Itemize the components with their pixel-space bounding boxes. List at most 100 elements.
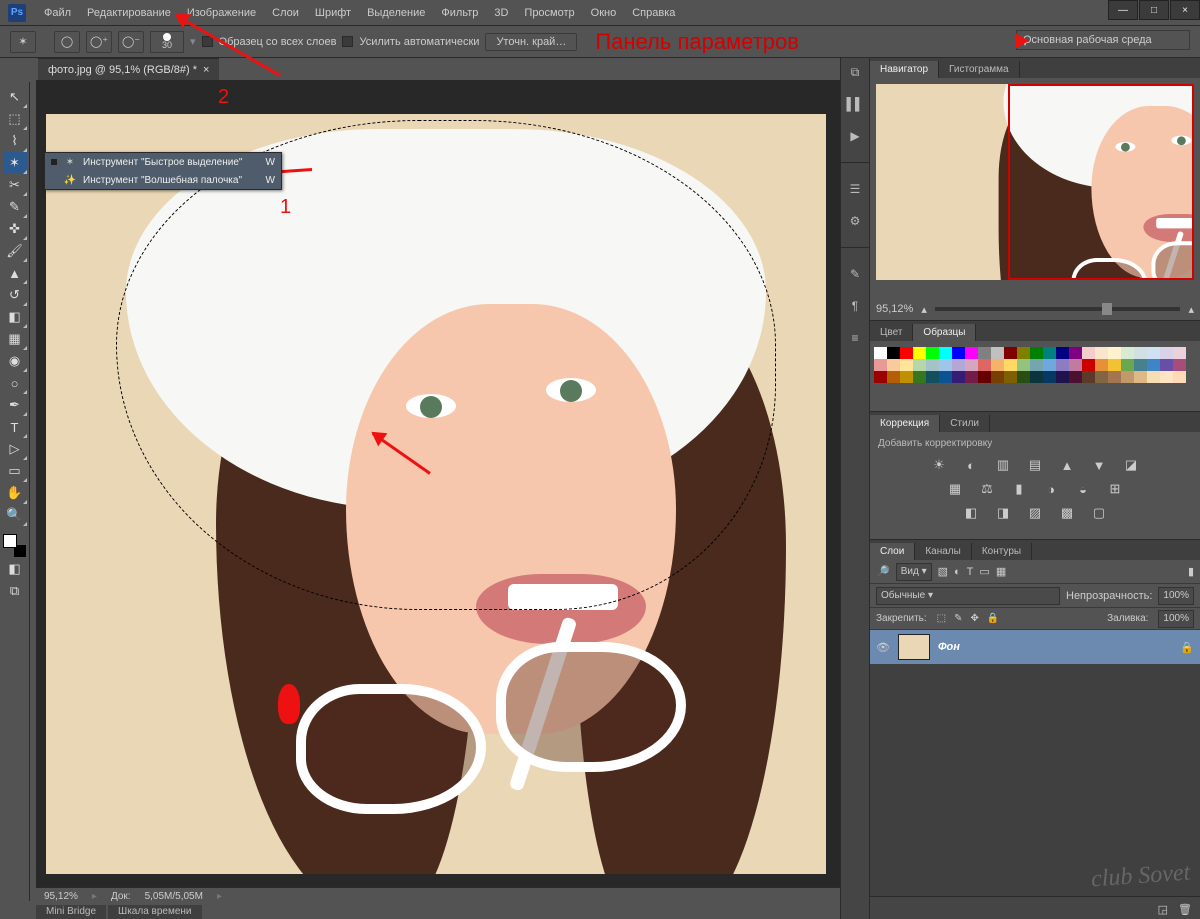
dock-icon-2[interactable]: ▶ [845,128,865,144]
adjustment-icon[interactable]: ▼ [1090,457,1108,473]
tool-path-select[interactable]: ▷ [3,438,27,460]
tool-history-brush[interactable]: ↺ [3,284,27,306]
menu-фильтр[interactable]: Фильтр [433,0,486,26]
menu-выделение[interactable]: Выделение [359,0,433,26]
swatch[interactable] [1043,347,1056,359]
layer-filter-dropdown[interactable]: Вид ▾ [896,563,932,581]
swatch[interactable] [926,359,939,371]
status-zoom[interactable]: 95,12% [44,891,78,902]
dock-icon-5[interactable]: ✎ [845,266,865,282]
menu-слои[interactable]: Слои [264,0,307,26]
tab-layers[interactable]: Слои [870,543,915,560]
workspace-dropdown[interactable]: Основная рабочая среда▾ [1016,30,1190,50]
filter-toggle[interactable]: ▮ [1188,565,1194,578]
swatch[interactable] [1134,359,1147,371]
adjustment-icon[interactable]: ▦ [946,481,964,497]
swatch[interactable] [952,347,965,359]
swatch[interactable] [1043,359,1056,371]
flyout-magic-wand[interactable]: ✨ Инструмент "Волшебная палочка" W [45,171,281,189]
tool-hand[interactable]: ✋ [3,482,27,504]
opacity-input[interactable]: 100% [1158,587,1194,605]
selection-sub-button[interactable]: ◯⁻ [118,31,144,53]
adjustment-icon[interactable]: ◨ [994,505,1012,521]
tab-mini-bridge[interactable]: Mini Bridge [36,905,106,919]
adjustment-icon[interactable]: ◪ [1122,457,1140,473]
adjustment-icon[interactable]: ◧ [962,505,980,521]
filter-shape-icon[interactable]: ▭ [979,565,989,578]
close-icon[interactable]: × [203,64,209,76]
swatch[interactable] [965,359,978,371]
dock-icon-1[interactable]: ▌▌ [845,96,865,112]
adjustment-icon[interactable]: ◐ [962,457,980,473]
lock-option-icon[interactable]: ⬚ [937,613,946,624]
swatch[interactable] [1121,359,1134,371]
tool-marquee[interactable]: ⬚ [3,108,27,130]
swatch[interactable] [887,371,900,383]
layer-name[interactable]: Фон [938,641,960,653]
swatch[interactable] [1069,371,1082,383]
adjustment-icon[interactable]: ▲ [1058,457,1076,473]
adjustment-icon[interactable]: ◒ [1074,481,1092,497]
refine-edge-button[interactable]: Уточн. край… [485,33,577,51]
adjustment-icon[interactable]: ▤ [1026,457,1044,473]
adjustment-icon[interactable]: ▮ [1010,481,1028,497]
swatch[interactable] [1160,359,1173,371]
adjustment-icon[interactable]: ◑ [1042,481,1060,497]
visibility-icon[interactable]: 👁 [876,641,890,654]
swatch[interactable] [1004,347,1017,359]
swatch[interactable] [939,371,952,383]
swatch[interactable] [913,347,926,359]
adjustment-icon[interactable]: ▩ [1058,505,1076,521]
tool-preset-button[interactable]: ✶ [10,31,36,53]
swatch[interactable] [1160,371,1173,383]
tab-timeline[interactable]: Шкала времени [108,905,201,919]
tool-shape[interactable]: ▭ [3,460,27,482]
swatch[interactable] [1056,371,1069,383]
swatch[interactable] [1082,347,1095,359]
swatch[interactable] [1004,359,1017,371]
swatch[interactable] [1082,371,1095,383]
brush-size-picker[interactable]: 30 [150,31,184,53]
adjustment-icon[interactable]: ▨ [1026,505,1044,521]
dock-icon-7[interactable]: ≡ [845,330,865,346]
zoom-out-icon[interactable]: ▴ [921,303,927,316]
tab-swatches[interactable]: Образцы [913,324,976,341]
dock-icon-0[interactable]: ⧉ [845,64,865,80]
swatch[interactable] [1160,347,1173,359]
swatch[interactable] [1017,371,1030,383]
swatch[interactable] [978,359,991,371]
swatch[interactable] [1017,359,1030,371]
swatch[interactable] [952,371,965,383]
swatch[interactable] [1056,347,1069,359]
filter-pixel-icon[interactable]: ▧ [938,565,948,578]
lock-option-icon[interactable]: ✥ [971,613,979,624]
tool-eyedropper[interactable]: ✎ [3,196,27,218]
swatch[interactable] [1082,359,1095,371]
swatch[interactable] [1017,347,1030,359]
swatch[interactable] [978,347,991,359]
tool-zoom[interactable]: 🔍 [3,504,27,526]
menu-файл[interactable]: Файл [36,0,79,26]
fill-input[interactable]: 100% [1158,610,1194,628]
layer-thumbnail[interactable] [898,634,930,660]
adjustment-icon[interactable]: ▢ [1090,505,1108,521]
swatch[interactable] [991,347,1004,359]
tool-blur[interactable]: ◉ [3,350,27,372]
selection-new-button[interactable]: ◯ [54,31,80,53]
tab-histogram[interactable]: Гистограмма [939,61,1020,78]
navigator-zoom-slider[interactable] [935,307,1181,311]
tool-healing[interactable]: ✜ [3,218,27,240]
swatch[interactable] [965,371,978,383]
swatch[interactable] [1043,371,1056,383]
zoom-in-icon[interactable]: ▴ [1188,303,1194,316]
filter-smart-icon[interactable]: ▦ [996,565,1006,578]
tab-styles[interactable]: Стили [940,415,990,432]
swatch[interactable] [887,359,900,371]
swatch[interactable] [1134,371,1147,383]
tab-color[interactable]: Цвет [870,324,913,341]
swatch[interactable] [1108,371,1121,383]
swatch[interactable] [900,359,913,371]
tool-type[interactable]: T [3,416,27,438]
tool-lasso[interactable]: ⌇ [3,130,27,152]
swatch[interactable] [1069,359,1082,371]
